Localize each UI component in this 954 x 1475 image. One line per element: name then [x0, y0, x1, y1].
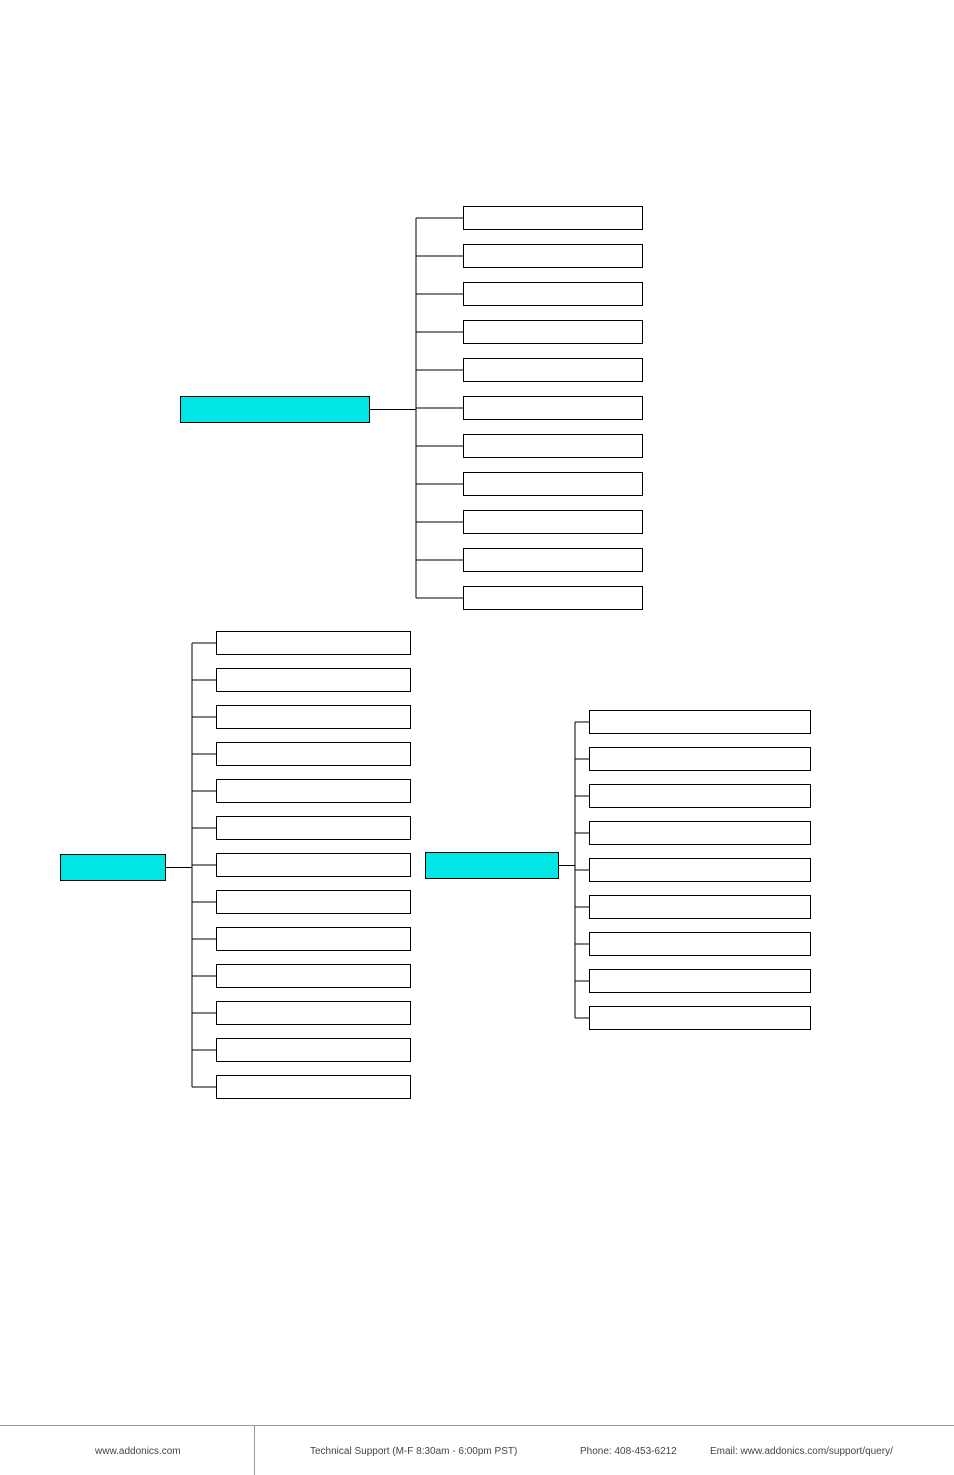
child-top-5 — [463, 396, 643, 420]
child-top-6 — [463, 434, 643, 458]
child-left-10 — [216, 1001, 411, 1025]
child-left-1 — [216, 668, 411, 692]
child-left-12 — [216, 1075, 411, 1099]
child-top-2 — [463, 282, 643, 306]
child-right-5 — [589, 895, 811, 919]
child-left-6 — [216, 853, 411, 877]
child-left-3 — [216, 742, 411, 766]
child-left-7 — [216, 890, 411, 914]
child-left-4 — [216, 779, 411, 803]
child-right-8 — [589, 1006, 811, 1030]
child-left-11 — [216, 1038, 411, 1062]
child-right-2 — [589, 784, 811, 808]
child-left-9 — [216, 964, 411, 988]
child-right-7 — [589, 969, 811, 993]
child-left-0 — [216, 631, 411, 655]
child-top-9 — [463, 548, 643, 572]
footer-support: Technical Support (M-F 8:30am - 6:00pm P… — [310, 1446, 517, 1457]
child-top-0 — [463, 206, 643, 230]
child-right-1 — [589, 747, 811, 771]
child-left-2 — [216, 705, 411, 729]
child-top-3 — [463, 320, 643, 344]
child-right-4 — [589, 858, 811, 882]
footer: www.addonics.com Technical Support (M-F … — [0, 1425, 954, 1475]
footer-website: www.addonics.com — [95, 1446, 181, 1457]
child-top-4 — [463, 358, 643, 382]
child-top-1 — [463, 244, 643, 268]
child-left-8 — [216, 927, 411, 951]
child-top-10 — [463, 586, 643, 610]
root-right — [425, 852, 559, 879]
child-right-6 — [589, 932, 811, 956]
child-left-5 — [216, 816, 411, 840]
child-right-3 — [589, 821, 811, 845]
footer-phone: Phone: 408-453-6212 — [580, 1446, 677, 1457]
root-top — [180, 396, 370, 423]
child-right-0 — [589, 710, 811, 734]
child-top-8 — [463, 510, 643, 534]
root-left — [60, 854, 166, 881]
child-top-7 — [463, 472, 643, 496]
footer-email: Email: www.addonics.com/support/query/ — [710, 1446, 893, 1457]
